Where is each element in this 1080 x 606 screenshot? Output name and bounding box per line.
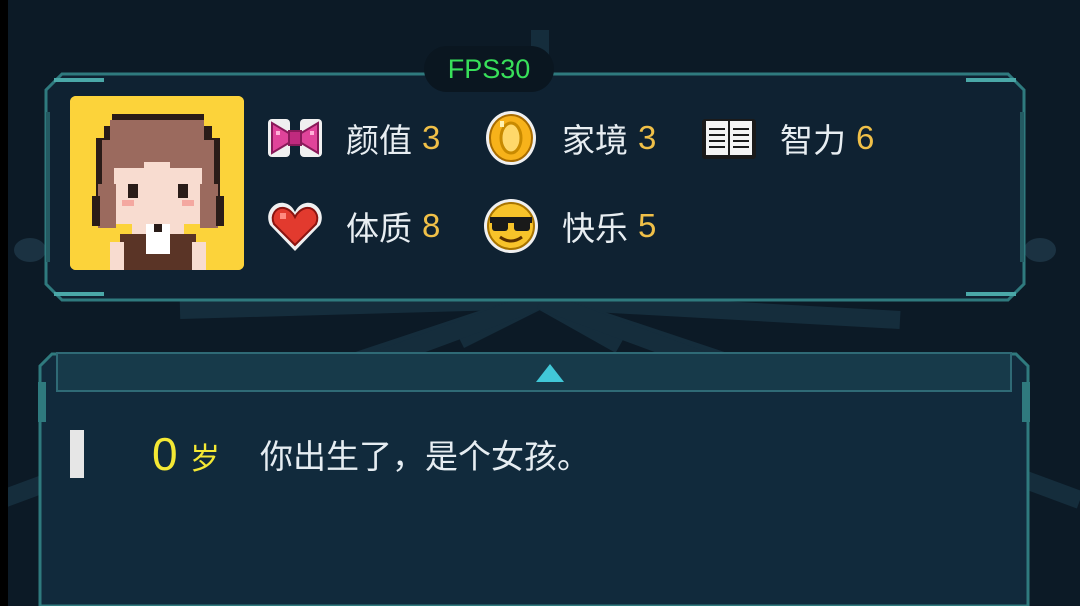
log-age: 0 [152, 428, 178, 480]
left-edge-strip [0, 0, 8, 606]
fps-counter: FPS30 [424, 46, 554, 92]
avatar [70, 96, 244, 270]
stat-label: 家境 [562, 121, 628, 160]
stat-label: 颜值 [346, 121, 412, 160]
pixel-girl-avatar-icon [70, 96, 244, 270]
stat-label: 体质 [346, 209, 412, 248]
collapse-arrow-icon[interactable] [536, 364, 564, 382]
sunglasses-face-icon [484, 199, 538, 253]
log-panel-header[interactable] [56, 352, 1012, 392]
stat-label: 智力 [780, 121, 846, 160]
stat-intelligence: 智力 6 [700, 108, 874, 168]
stat-happiness: 快乐 5 [482, 196, 656, 256]
coin-icon [486, 111, 536, 165]
log-age-unit: 岁 [190, 442, 220, 477]
stat-value: 5 [638, 207, 657, 244]
stat-value: 3 [422, 119, 441, 156]
log-event-text: 你出生了，是个女孩。 [260, 437, 590, 476]
book-icon [702, 119, 756, 159]
stat-label: 快乐 [562, 209, 628, 248]
stat-value: 6 [856, 119, 875, 156]
log-entry-marker [70, 430, 84, 478]
stat-value: 8 [422, 207, 441, 244]
stat-physique: 体质 8 [266, 196, 440, 256]
stat-value: 3 [638, 119, 657, 156]
heart-icon [268, 202, 322, 251]
stat-appearance: 颜值 3 [266, 108, 440, 168]
stat-family: 家境 3 [482, 108, 656, 168]
ribbon-icon [268, 119, 322, 157]
